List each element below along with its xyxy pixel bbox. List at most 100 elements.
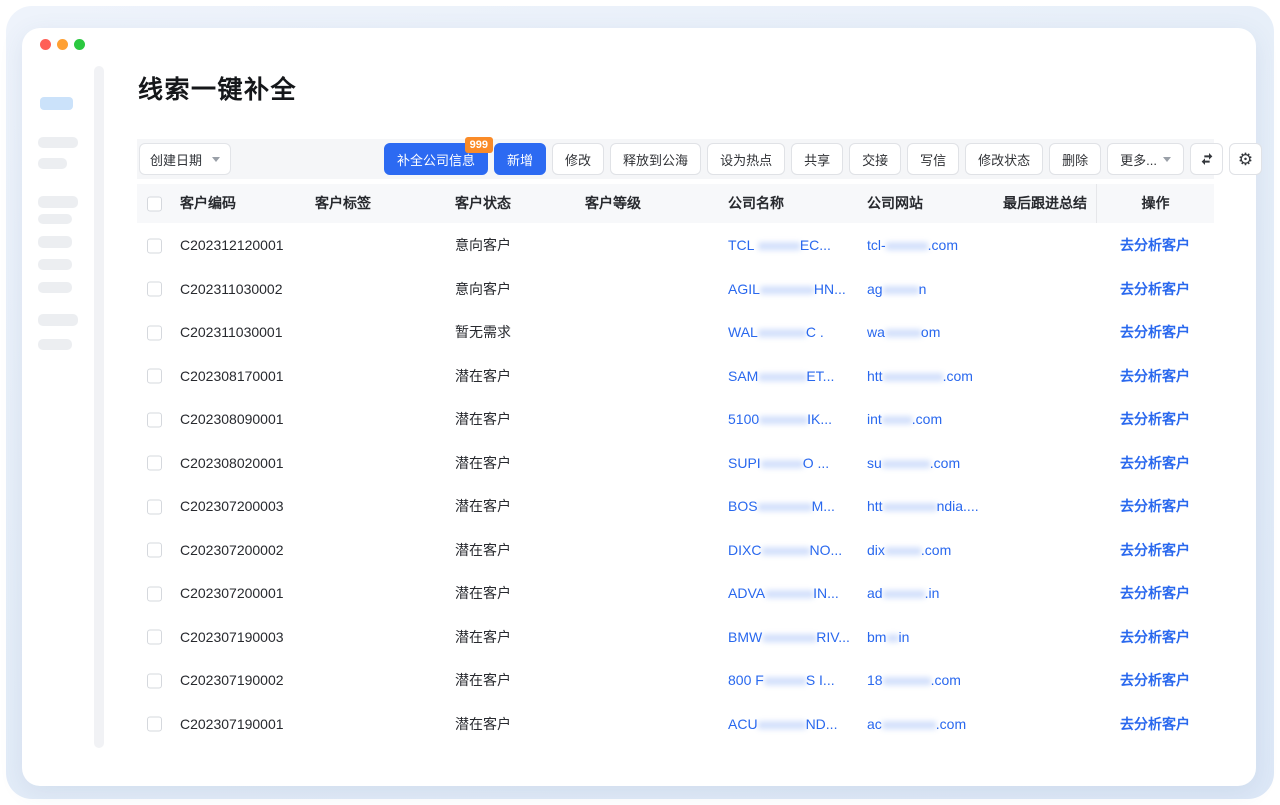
company-website-link[interactable]: adxxxxxxx.in: [867, 572, 1000, 616]
row-checkbox[interactable]: [147, 673, 162, 688]
toolbar-button[interactable]: 设为热点: [707, 143, 785, 175]
company-website-link[interactable]: suxxxxxxxx.com: [867, 442, 1000, 486]
toolbar-button[interactable]: 写信: [907, 143, 959, 175]
company-website-link[interactable]: tcl-xxxxxxx.com: [867, 224, 1000, 268]
table-header: 客户编码 客户标签 客户状态 客户等级 公司名称 公司网站 最后跟进总结 操作: [137, 184, 1214, 223]
customer-status: 潜在客户: [455, 703, 511, 747]
analyze-customer-link[interactable]: 去分析客户: [1096, 268, 1214, 312]
row-checkbox[interactable]: [147, 282, 162, 297]
row-checkbox[interactable]: [147, 369, 162, 384]
company-name-link[interactable]: 800 FxxxxxxxS I...: [728, 659, 864, 703]
company-website-link[interactable]: bmxxin: [867, 616, 1000, 660]
main-content: 线索一键补全 创建日期 补全公司信息 999 新增 修改释放到公海设为热点共享交…: [137, 28, 1214, 786]
chevron-down-icon: [1163, 157, 1171, 162]
row-checkbox[interactable]: [147, 499, 162, 514]
customer-code: C202308090001: [180, 398, 284, 442]
complete-company-info-label: 补全公司信息: [397, 150, 475, 169]
analyze-customer-link[interactable]: 去分析客户: [1096, 703, 1214, 747]
company-name-link[interactable]: BMWxxxxxxxxxRIV...: [728, 616, 864, 660]
column-header-company: 公司名称: [728, 184, 784, 223]
sync-button[interactable]: [1190, 143, 1223, 175]
customer-status: 意向客户: [455, 268, 511, 312]
analyze-customer-link[interactable]: 去分析客户: [1096, 398, 1214, 442]
window-close-button[interactable]: [40, 39, 51, 50]
add-button[interactable]: 新增: [494, 143, 546, 175]
window-zoom-button[interactable]: [74, 39, 85, 50]
customer-code: C202311030001: [180, 311, 283, 355]
customer-code: C202308020001: [180, 442, 284, 486]
browser-window: 线索一键补全 创建日期 补全公司信息 999 新增 修改释放到公海设为热点共享交…: [22, 28, 1256, 786]
sidebar-item-active[interactable]: [40, 97, 73, 110]
company-website-link[interactable]: httxxxxxxxxxndia....: [867, 485, 1000, 529]
customer-status: 潜在客户: [455, 659, 511, 703]
column-header-tag: 客户标签: [315, 184, 371, 223]
toolbar-button[interactable]: 修改: [552, 143, 604, 175]
company-name-link[interactable]: BOSxxxxxxxxxM...: [728, 485, 864, 529]
row-checkbox[interactable]: [147, 630, 162, 645]
select-all-checkbox[interactable]: [147, 196, 162, 211]
analyze-customer-link[interactable]: 去分析客户: [1096, 529, 1214, 573]
row-checkbox[interactable]: [147, 586, 162, 601]
customer-code: C202307200002: [180, 529, 284, 573]
analyze-customer-link[interactable]: 去分析客户: [1096, 572, 1214, 616]
sidebar-item-skeleton: [38, 137, 78, 148]
customer-code: C202307190002: [180, 659, 284, 703]
analyze-customer-link[interactable]: 去分析客户: [1096, 659, 1214, 703]
company-name-link[interactable]: WALxxxxxxxxC .: [728, 311, 864, 355]
toolbar-button[interactable]: 释放到公海: [610, 143, 701, 175]
analyze-customer-link[interactable]: 去分析客户: [1096, 224, 1214, 268]
settings-button[interactable]: ⚙: [1229, 143, 1262, 175]
toolbar-button[interactable]: 共享: [791, 143, 843, 175]
toolbar-button[interactable]: 修改状态: [965, 143, 1043, 175]
company-name-link[interactable]: DIXCxxxxxxxxNO...: [728, 529, 864, 573]
analyze-customer-link[interactable]: 去分析客户: [1096, 355, 1214, 399]
analyze-customer-link[interactable]: 去分析客户: [1096, 311, 1214, 355]
company-website-link[interactable]: acxxxxxxxxx.com: [867, 703, 1000, 747]
more-button[interactable]: 更多...: [1107, 143, 1184, 175]
count-badge: 999: [465, 137, 493, 153]
analyze-customer-link[interactable]: 去分析客户: [1096, 616, 1214, 660]
company-name-link[interactable]: ADVAxxxxxxxxIN...: [728, 572, 864, 616]
window-minimize-button[interactable]: [57, 39, 68, 50]
sidebar-item-skeleton: [38, 158, 67, 169]
table-row: C202307200002 潜在客户 DIXCxxxxxxxxNO... dix…: [137, 529, 1214, 573]
customer-status: 潜在客户: [455, 616, 511, 660]
analyze-customer-link[interactable]: 去分析客户: [1096, 442, 1214, 486]
customer-status: 潜在客户: [455, 355, 511, 399]
column-header-website: 公司网站: [867, 184, 923, 223]
column-header-status: 客户状态: [455, 184, 511, 223]
row-checkbox[interactable]: [147, 543, 162, 558]
row-checkbox[interactable]: [147, 456, 162, 471]
row-checkbox[interactable]: [147, 238, 162, 253]
company-website-link[interactable]: agxxxxxxn: [867, 268, 1000, 312]
toolbar-button[interactable]: 删除: [1049, 143, 1101, 175]
company-website-link[interactable]: waxxxxxxom: [867, 311, 1000, 355]
company-website-link[interactable]: 18xxxxxxxx.com: [867, 659, 1000, 703]
row-checkbox[interactable]: [147, 325, 162, 340]
row-checkbox[interactable]: [147, 412, 162, 427]
company-name-link[interactable]: ACUxxxxxxxxND...: [728, 703, 864, 747]
company-name-link[interactable]: 5100xxxxxxxxIK...: [728, 398, 864, 442]
table-row: C202307190001 潜在客户 ACUxxxxxxxxND... acxx…: [137, 703, 1214, 747]
customer-status: 潜在客户: [455, 572, 511, 616]
customer-status: 潜在客户: [455, 442, 511, 486]
company-website-link[interactable]: httxxxxxxxxxx.com: [867, 355, 1000, 399]
analyze-customer-link[interactable]: 去分析客户: [1096, 485, 1214, 529]
add-button-label: 新增: [507, 150, 533, 169]
company-website-link[interactable]: intxxxxx.com: [867, 398, 1000, 442]
sidebar-item-skeleton: [38, 236, 72, 248]
row-checkbox[interactable]: [147, 717, 162, 732]
table-body: C202312120001 意向客户 TCL xxxxxxxEC... tcl-…: [137, 224, 1214, 746]
complete-company-info-button[interactable]: 补全公司信息 999: [384, 143, 488, 175]
column-header-code: 客户编码: [180, 184, 236, 223]
company-website-link[interactable]: dixxxxxxx.com: [867, 529, 1000, 573]
company-name-link[interactable]: AGILxxxxxxxxxHN...: [728, 268, 864, 312]
customer-code: C202308170001: [180, 355, 284, 399]
company-name-link[interactable]: SUPIxxxxxxxO ...: [728, 442, 864, 486]
company-name-link[interactable]: TCL xxxxxxxEC...: [728, 224, 864, 268]
customer-status: 暂无需求: [455, 311, 511, 355]
date-filter-dropdown[interactable]: 创建日期: [139, 143, 231, 175]
toolbar-button[interactable]: 交接: [849, 143, 901, 175]
company-name-link[interactable]: SAMxxxxxxxxET...: [728, 355, 864, 399]
chevron-down-icon: [212, 157, 220, 162]
